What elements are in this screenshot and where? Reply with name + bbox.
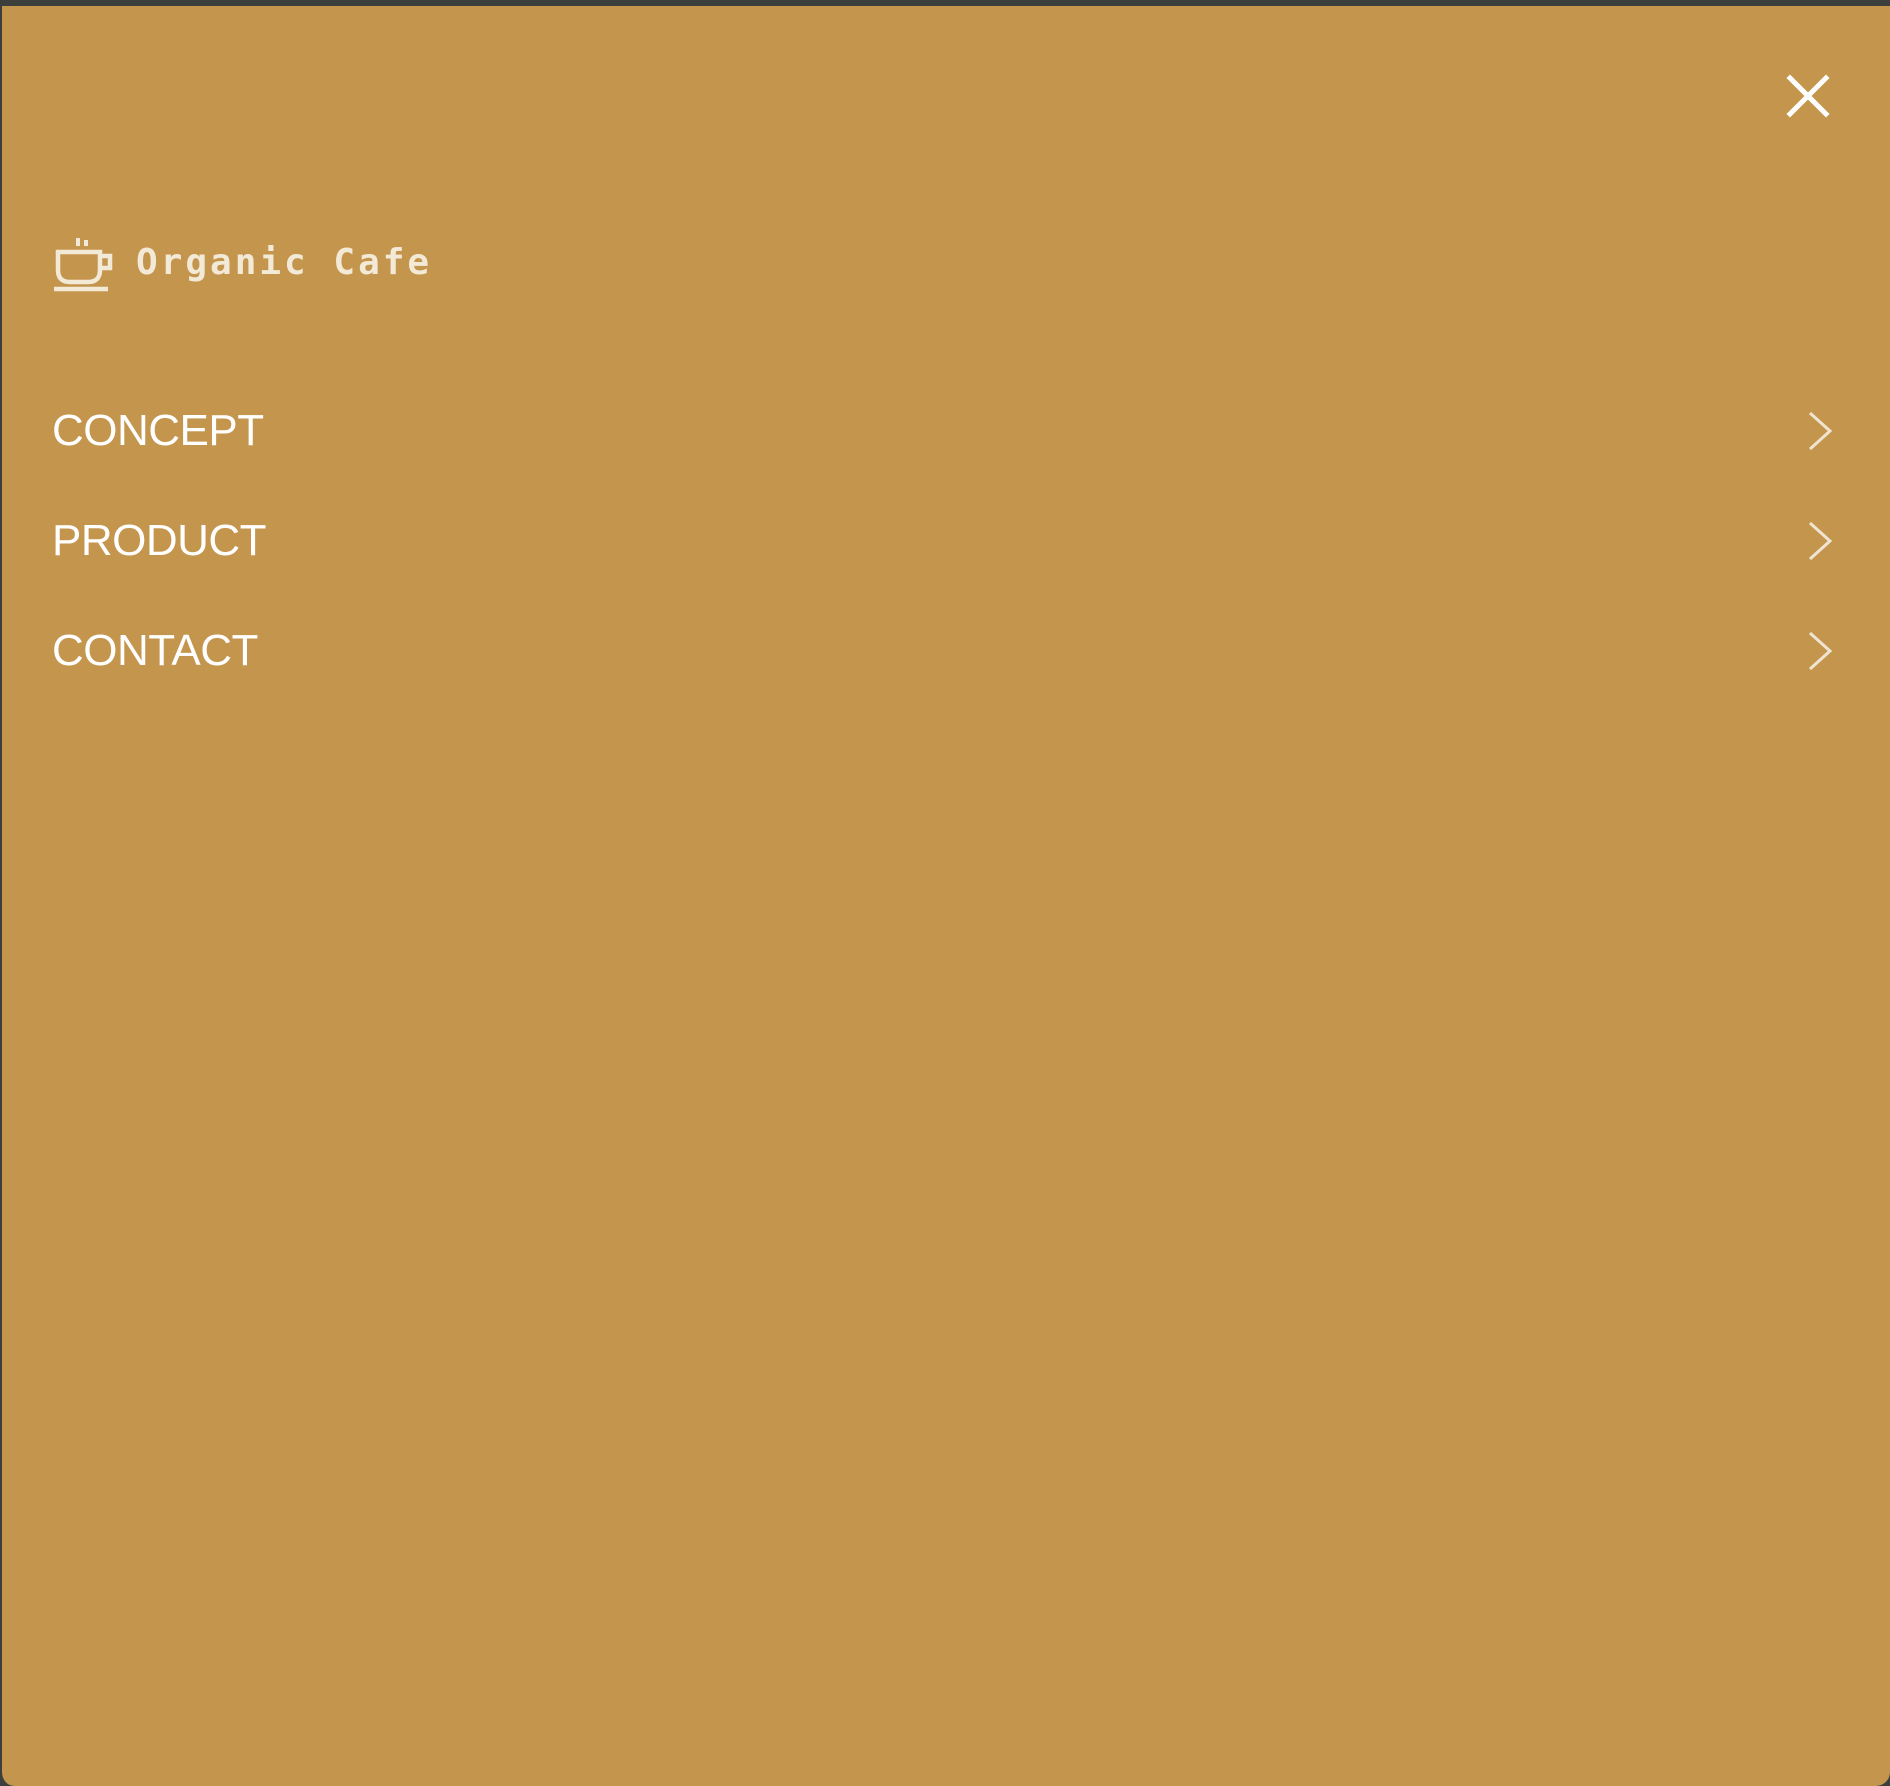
nav-menu: CONCEPT PRODUCT CONTACT: [52, 376, 1834, 706]
nav-item-label: CONTACT: [52, 626, 258, 675]
brand-logo[interactable]: Organic Cafe: [54, 234, 432, 292]
close-icon: [1786, 74, 1830, 118]
nav-item-product[interactable]: PRODUCT: [52, 486, 1834, 596]
brand-name: Organic Cafe: [136, 242, 433, 283]
navigation-drawer: Organic Cafe CONCEPT PRODUCT CONTACT: [0, 6, 1890, 1786]
nav-item-label: PRODUCT: [52, 516, 267, 565]
coffee-cup-icon: [54, 234, 114, 292]
nav-item-label: CONCEPT: [52, 406, 264, 455]
nav-item-concept[interactable]: CONCEPT: [52, 376, 1834, 486]
chevron-right-icon: [1804, 409, 1834, 453]
nav-item-contact[interactable]: CONTACT: [52, 596, 1834, 706]
chevron-right-icon: [1804, 629, 1834, 673]
chevron-right-icon: [1804, 519, 1834, 563]
close-button[interactable]: [1782, 70, 1834, 122]
